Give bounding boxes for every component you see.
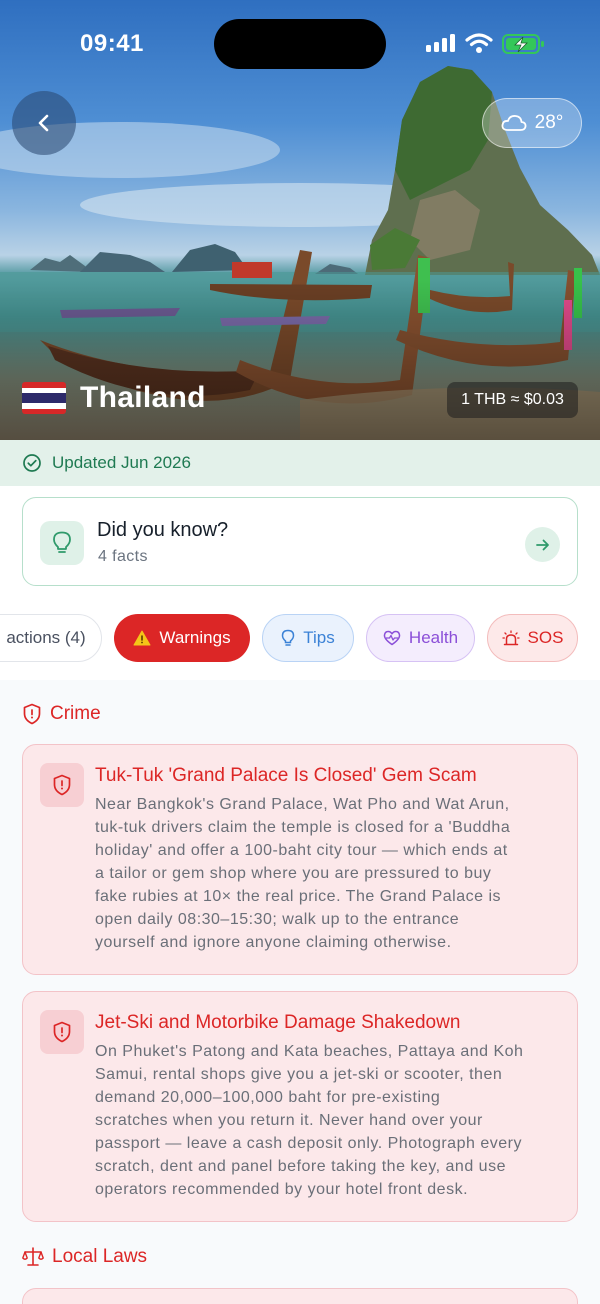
weather-temperature: 28°: [534, 112, 564, 133]
body-line: open daily 08:30–15:30; walk up to the e…: [95, 911, 460, 928]
section-local-laws-title: Local Laws: [52, 1246, 148, 1267]
status-time: 09:41: [80, 30, 144, 57]
chevron-left-icon: [38, 114, 49, 132]
body-line: On Phuket's Patong and Kata beaches, Pat…: [95, 1043, 524, 1060]
warning-card[interactable]: Tuk-Tuk 'Grand Palace Is Closed' Gem Sca…: [22, 744, 578, 975]
body-line: operators recommended by your hotel fron…: [95, 1181, 469, 1198]
body-line: scratch, dent and panel before taking th…: [95, 1158, 506, 1175]
shield-alert-icon: [40, 1010, 84, 1054]
body-line: Near Bangkok's Grand Palace, Wat Pho and…: [95, 796, 510, 813]
section-crime-title: Crime: [50, 703, 101, 724]
warning-card-body: On Phuket's Patong and Kata beaches, Pat…: [95, 1040, 560, 1201]
country-name: Thailand: [80, 381, 206, 414]
did-you-know-section: Did you know? 4 facts: [0, 486, 600, 596]
tab-health[interactable]: Health: [366, 614, 475, 662]
warning-icon: [133, 630, 151, 646]
warning-card[interactable]: Jet-Ski and Motorbike Damage Shakedown O…: [22, 991, 578, 1222]
category-tabs: actions (4) Warnings Tips Health SOS: [0, 596, 600, 680]
lightbulb-icon: [281, 629, 295, 646]
warning-card-body: Near Bangkok's Grand Palace, Wat Pho and…: [95, 793, 560, 954]
section-crime-heading: Crime: [22, 703, 101, 725]
tab-health-label: Health: [408, 628, 459, 647]
cellular-signal-icon: [426, 34, 455, 52]
battery-charging-icon: [502, 34, 544, 54]
warning-card-title: Tuk-Tuk 'Grand Palace Is Closed' Gem Sca…: [95, 765, 477, 786]
body-line: scratches when you return it. Never hand…: [95, 1112, 483, 1129]
tab-warnings-label: Warnings: [159, 628, 231, 647]
dynamic-island: [214, 19, 386, 69]
did-you-know-title: Did you know?: [97, 519, 229, 541]
updated-banner: Updated Jun 2026: [0, 440, 600, 486]
body-line: passport — leave a cash deposit only. Ph…: [95, 1135, 522, 1152]
check-circle-icon: [23, 454, 41, 472]
scale-icon: [22, 1247, 44, 1266]
updated-label: Updated Jun 2026: [52, 453, 191, 472]
tab-tips-label: Tips: [303, 628, 335, 647]
warning-card-title: Jet-Ski and Motorbike Damage Shakedown: [95, 1012, 461, 1033]
body-line: fake rubies at 10× the real price. The G…: [95, 888, 502, 905]
warning-card[interactable]: [22, 1288, 578, 1304]
thailand-flag-icon: [22, 382, 66, 414]
cloud-icon: [501, 115, 527, 131]
exchange-rate-badge: 1 THB ≈ $0.03: [447, 382, 578, 418]
weather-badge: 28°: [482, 98, 582, 148]
body-line: Samui, rental shops give you a jet-ski o…: [95, 1066, 503, 1083]
heart-pulse-icon: [383, 630, 401, 646]
body-line: yourself and ignore anyone claiming othe…: [95, 934, 452, 951]
shield-alert-icon: [23, 703, 41, 725]
back-button[interactable]: [12, 91, 76, 155]
tab-tips[interactable]: Tips: [262, 614, 354, 662]
tab-actions-label: actions (4): [6, 628, 86, 647]
tab-actions[interactable]: actions (4): [0, 614, 102, 662]
body-line: a tailor or gem shop where you are press…: [95, 865, 492, 882]
siren-icon: [501, 630, 520, 646]
tab-warnings[interactable]: Warnings: [114, 614, 250, 662]
country-header: Thailand: [22, 381, 206, 415]
arrow-right-icon[interactable]: [525, 527, 560, 562]
shield-alert-icon: [40, 763, 84, 807]
tab-sos-label: SOS: [527, 628, 564, 647]
tab-sos[interactable]: SOS: [487, 614, 578, 662]
body-line: demand 20,000–100,000 baht for pre-exist…: [95, 1089, 441, 1106]
lightbulb-icon: [40, 521, 84, 565]
did-you-know-count: 4 facts: [98, 548, 148, 565]
status-bar: 09:41: [0, 0, 600, 90]
body-line: holiday' and offer a 100-baht city tour …: [95, 842, 508, 859]
did-you-know-card[interactable]: Did you know? 4 facts: [22, 497, 578, 586]
wifi-icon: [465, 33, 493, 53]
body-line: tuk-tuk drivers claim the temple is clos…: [95, 819, 511, 836]
section-local-laws-heading: Local Laws: [22, 1246, 147, 1268]
